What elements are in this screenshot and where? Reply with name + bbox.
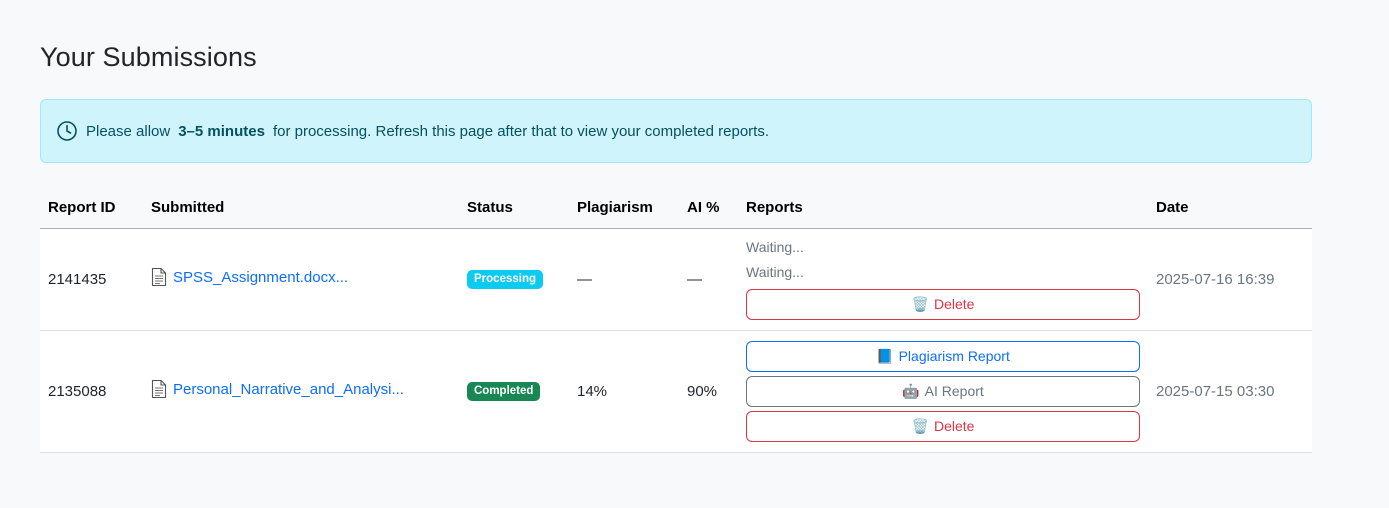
submitted-cell: SPSS_Assignment.docx... xyxy=(143,228,459,331)
report-id: 2141435 xyxy=(40,228,143,331)
report-id: 2135088 xyxy=(40,330,143,453)
ai-value: — xyxy=(679,228,738,331)
plagiarism-value: — xyxy=(569,228,679,331)
header-submitted: Submitted xyxy=(143,188,459,229)
status-badge: Completed xyxy=(467,381,541,402)
header-date: Date xyxy=(1148,188,1312,229)
table-row: 2135088 Personal_Narrative_and_Analysi..… xyxy=(40,330,1312,453)
waiting-text: Waiting... xyxy=(746,263,804,280)
trash-icon: 🗑️ xyxy=(911,295,929,312)
document-icon xyxy=(151,379,167,399)
status-cell: Completed xyxy=(459,330,569,453)
date-value: 2025-07-16 16:39 xyxy=(1148,228,1312,331)
clock-icon xyxy=(56,120,78,142)
file-name: SPSS_Assignment.docx... xyxy=(173,268,349,286)
header-reports: Reports xyxy=(738,188,1148,229)
status-badge: Processing xyxy=(467,269,543,290)
file-link[interactable]: SPSS_Assignment.docx... xyxy=(151,267,348,287)
ai-value: 90% xyxy=(679,330,738,453)
header-report-id: Report ID xyxy=(40,188,143,229)
plagiarism-report-button[interactable]: 📘 Plagiarism Report xyxy=(746,340,1140,372)
alert-highlight: 3–5 minutes xyxy=(178,122,265,140)
alert-text-after: for processing. Refresh this page after … xyxy=(272,122,770,140)
date-value: 2025-07-15 03:30 xyxy=(1148,330,1312,453)
ai-report-label: AI Report xyxy=(924,383,984,399)
delete-button[interactable]: 🗑️ Delete xyxy=(746,410,1140,442)
reports-cell: 📘 Plagiarism Report 🤖 AI Report 🗑️ Delet… xyxy=(738,330,1148,453)
processing-info-alert: Please allow 3–5 minutes for processing.… xyxy=(40,99,1312,163)
plagiarism-report-label: Plagiarism Report xyxy=(898,348,1010,364)
waiting-text: Waiting... xyxy=(746,238,804,255)
table-header-row: Report ID Submitted Status Plagiarism AI… xyxy=(40,188,1312,229)
page-title: Your Submissions xyxy=(40,42,257,72)
submissions-table: Report ID Submitted Status Plagiarism AI… xyxy=(40,188,1312,453)
header-status: Status xyxy=(459,188,569,229)
header-plagiarism: Plagiarism xyxy=(569,188,679,229)
file-link[interactable]: Personal_Narrative_and_Analysi... xyxy=(151,379,404,399)
reports-cell: Waiting... Waiting... 🗑️ Delete xyxy=(738,228,1148,331)
submitted-cell: Personal_Narrative_and_Analysi... xyxy=(143,330,459,453)
header-ai: AI % xyxy=(679,188,738,229)
status-cell: Processing xyxy=(459,228,569,331)
document-icon xyxy=(151,267,167,287)
delete-label: Delete xyxy=(933,296,975,312)
trash-icon: 🗑️ xyxy=(911,417,929,434)
ai-report-button[interactable]: 🤖 AI Report xyxy=(746,375,1140,407)
alert-text-before: Please allow xyxy=(86,122,171,140)
plagiarism-value: 14% xyxy=(569,330,679,453)
delete-label: Delete xyxy=(933,418,975,434)
book-icon: 📘 xyxy=(876,347,894,364)
delete-button[interactable]: 🗑️ Delete xyxy=(746,288,1140,320)
file-name: Personal_Narrative_and_Analysi... xyxy=(173,380,404,398)
robot-icon: 🤖 xyxy=(902,382,920,399)
table-row: 2141435 SPSS_Assignment.docx... Processi… xyxy=(40,228,1312,331)
